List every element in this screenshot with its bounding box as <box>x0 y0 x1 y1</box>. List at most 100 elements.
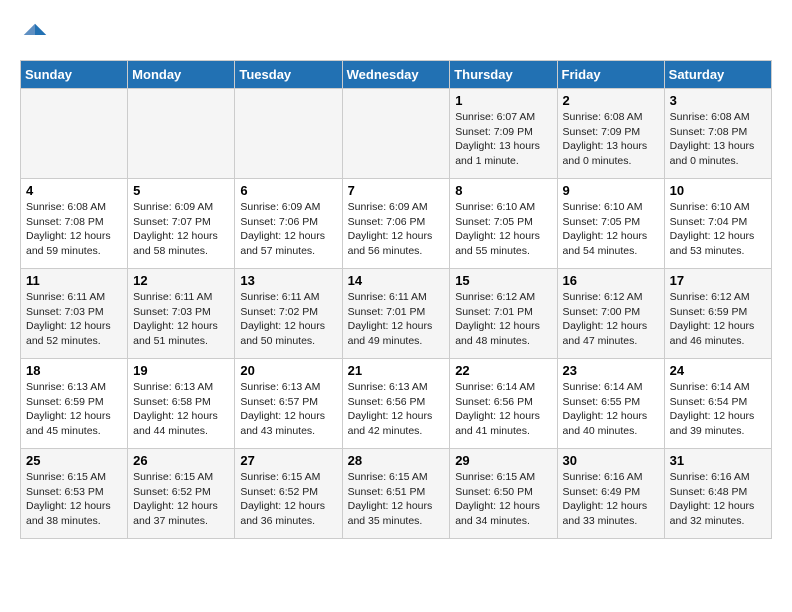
day-info: Sunrise: 6:13 AM Sunset: 6:59 PM Dayligh… <box>26 380 122 439</box>
calendar-day-cell: 18 Sunrise: 6:13 AM Sunset: 6:59 PM Dayli… <box>21 359 128 449</box>
logo <box>20 20 54 50</box>
day-number: 6 <box>240 183 336 198</box>
day-number: 29 <box>455 453 551 468</box>
calendar-day-cell <box>128 89 235 179</box>
day-number: 19 <box>133 363 229 378</box>
calendar-day-cell: 17 Sunrise: 6:12 AM Sunset: 6:59 PM Dayli… <box>664 269 771 359</box>
day-number: 8 <box>455 183 551 198</box>
day-number: 5 <box>133 183 229 198</box>
day-info: Sunrise: 6:07 AM Sunset: 7:09 PM Dayligh… <box>455 110 551 169</box>
day-info: Sunrise: 6:11 AM Sunset: 7:03 PM Dayligh… <box>133 290 229 349</box>
day-number: 24 <box>670 363 766 378</box>
day-info: Sunrise: 6:15 AM Sunset: 6:51 PM Dayligh… <box>348 470 445 529</box>
day-number: 3 <box>670 93 766 108</box>
calendar-day-cell: 27 Sunrise: 6:15 AM Sunset: 6:52 PM Dayli… <box>235 449 342 539</box>
calendar-day-cell: 4 Sunrise: 6:08 AM Sunset: 7:08 PM Daylig… <box>21 179 128 269</box>
calendar-day-cell: 19 Sunrise: 6:13 AM Sunset: 6:58 PM Dayli… <box>128 359 235 449</box>
day-number: 22 <box>455 363 551 378</box>
day-info: Sunrise: 6:16 AM Sunset: 6:49 PM Dayligh… <box>563 470 659 529</box>
day-info: Sunrise: 6:08 AM Sunset: 7:08 PM Dayligh… <box>670 110 766 169</box>
calendar-day-cell: 15 Sunrise: 6:12 AM Sunset: 7:01 PM Dayli… <box>450 269 557 359</box>
calendar-day-cell: 11 Sunrise: 6:11 AM Sunset: 7:03 PM Dayli… <box>21 269 128 359</box>
calendar-day-cell <box>342 89 450 179</box>
day-info: Sunrise: 6:11 AM Sunset: 7:03 PM Dayligh… <box>26 290 122 349</box>
day-info: Sunrise: 6:12 AM Sunset: 6:59 PM Dayligh… <box>670 290 766 349</box>
day-number: 13 <box>240 273 336 288</box>
day-number: 1 <box>455 93 551 108</box>
day-number: 11 <box>26 273 122 288</box>
day-number: 25 <box>26 453 122 468</box>
calendar-table: SundayMondayTuesdayWednesdayThursdayFrid… <box>20 60 772 539</box>
logo-icon <box>20 20 50 50</box>
header-row: SundayMondayTuesdayWednesdayThursdayFrid… <box>21 61 772 89</box>
day-number: 17 <box>670 273 766 288</box>
day-info: Sunrise: 6:08 AM Sunset: 7:08 PM Dayligh… <box>26 200 122 259</box>
day-number: 12 <box>133 273 229 288</box>
weekday-header: Thursday <box>450 61 557 89</box>
calendar-day-cell: 26 Sunrise: 6:15 AM Sunset: 6:52 PM Dayli… <box>128 449 235 539</box>
day-info: Sunrise: 6:16 AM Sunset: 6:48 PM Dayligh… <box>670 470 766 529</box>
calendar-day-cell: 14 Sunrise: 6:11 AM Sunset: 7:01 PM Dayli… <box>342 269 450 359</box>
weekday-header: Wednesday <box>342 61 450 89</box>
calendar-week-row: 11 Sunrise: 6:11 AM Sunset: 7:03 PM Dayli… <box>21 269 772 359</box>
calendar-day-cell: 7 Sunrise: 6:09 AM Sunset: 7:06 PM Daylig… <box>342 179 450 269</box>
calendar-day-cell: 12 Sunrise: 6:11 AM Sunset: 7:03 PM Dayli… <box>128 269 235 359</box>
weekday-header: Sunday <box>21 61 128 89</box>
calendar-day-cell: 29 Sunrise: 6:15 AM Sunset: 6:50 PM Dayli… <box>450 449 557 539</box>
calendar-day-cell: 2 Sunrise: 6:08 AM Sunset: 7:09 PM Daylig… <box>557 89 664 179</box>
calendar-day-cell: 25Sunrise: 6:15 AM Sunset: 6:53 PM Dayli… <box>21 449 128 539</box>
calendar-day-cell <box>21 89 128 179</box>
calendar-day-cell: 31Sunrise: 6:16 AM Sunset: 6:48 PM Dayli… <box>664 449 771 539</box>
calendar-day-cell: 10Sunrise: 6:10 AM Sunset: 7:04 PM Dayli… <box>664 179 771 269</box>
day-number: 9 <box>563 183 659 198</box>
calendar-day-cell: 22 Sunrise: 6:14 AM Sunset: 6:56 PM Dayli… <box>450 359 557 449</box>
day-info: Sunrise: 6:12 AM Sunset: 7:01 PM Dayligh… <box>455 290 551 349</box>
day-info: Sunrise: 6:14 AM Sunset: 6:55 PM Dayligh… <box>563 380 659 439</box>
day-info: Sunrise: 6:09 AM Sunset: 7:06 PM Dayligh… <box>240 200 336 259</box>
weekday-header: Saturday <box>664 61 771 89</box>
calendar-day-cell: 9Sunrise: 6:10 AM Sunset: 7:05 PM Daylig… <box>557 179 664 269</box>
day-number: 14 <box>348 273 445 288</box>
calendar-week-row: 25Sunrise: 6:15 AM Sunset: 6:53 PM Dayli… <box>21 449 772 539</box>
day-info: Sunrise: 6:08 AM Sunset: 7:09 PM Dayligh… <box>563 110 659 169</box>
day-number: 27 <box>240 453 336 468</box>
calendar-day-cell: 8 Sunrise: 6:10 AM Sunset: 7:05 PM Daylig… <box>450 179 557 269</box>
calendar-day-cell: 30 Sunrise: 6:16 AM Sunset: 6:49 PM Dayli… <box>557 449 664 539</box>
day-info: Sunrise: 6:13 AM Sunset: 6:56 PM Dayligh… <box>348 380 445 439</box>
day-number: 2 <box>563 93 659 108</box>
day-info: Sunrise: 6:15 AM Sunset: 6:50 PM Dayligh… <box>455 470 551 529</box>
day-info: Sunrise: 6:15 AM Sunset: 6:52 PM Dayligh… <box>240 470 336 529</box>
day-info: Sunrise: 6:14 AM Sunset: 6:54 PM Dayligh… <box>670 380 766 439</box>
calendar-day-cell: 6 Sunrise: 6:09 AM Sunset: 7:06 PM Daylig… <box>235 179 342 269</box>
calendar-day-cell: 20Sunrise: 6:13 AM Sunset: 6:57 PM Dayli… <box>235 359 342 449</box>
calendar-day-cell <box>235 89 342 179</box>
calendar-week-row: 4 Sunrise: 6:08 AM Sunset: 7:08 PM Daylig… <box>21 179 772 269</box>
weekday-header: Tuesday <box>235 61 342 89</box>
calendar-week-row: 1 Sunrise: 6:07 AM Sunset: 7:09 PM Daylig… <box>21 89 772 179</box>
day-number: 30 <box>563 453 659 468</box>
calendar-header: SundayMondayTuesdayWednesdayThursdayFrid… <box>21 61 772 89</box>
day-info: Sunrise: 6:11 AM Sunset: 7:01 PM Dayligh… <box>348 290 445 349</box>
day-number: 18 <box>26 363 122 378</box>
day-info: Sunrise: 6:15 AM Sunset: 6:52 PM Dayligh… <box>133 470 229 529</box>
calendar-week-row: 18 Sunrise: 6:13 AM Sunset: 6:59 PM Dayli… <box>21 359 772 449</box>
day-info: Sunrise: 6:09 AM Sunset: 7:06 PM Dayligh… <box>348 200 445 259</box>
day-number: 15 <box>455 273 551 288</box>
calendar-day-cell: 1 Sunrise: 6:07 AM Sunset: 7:09 PM Daylig… <box>450 89 557 179</box>
day-number: 7 <box>348 183 445 198</box>
day-number: 4 <box>26 183 122 198</box>
calendar-day-cell: 3 Sunrise: 6:08 AM Sunset: 7:08 PM Daylig… <box>664 89 771 179</box>
day-number: 26 <box>133 453 229 468</box>
day-info: Sunrise: 6:13 AM Sunset: 6:58 PM Dayligh… <box>133 380 229 439</box>
day-info: Sunrise: 6:13 AM Sunset: 6:57 PM Dayligh… <box>240 380 336 439</box>
day-number: 23 <box>563 363 659 378</box>
weekday-header: Friday <box>557 61 664 89</box>
calendar-day-cell: 24 Sunrise: 6:14 AM Sunset: 6:54 PM Dayli… <box>664 359 771 449</box>
day-info: Sunrise: 6:09 AM Sunset: 7:07 PM Dayligh… <box>133 200 229 259</box>
day-info: Sunrise: 6:10 AM Sunset: 7:05 PM Dayligh… <box>455 200 551 259</box>
day-number: 16 <box>563 273 659 288</box>
day-info: Sunrise: 6:11 AM Sunset: 7:02 PM Dayligh… <box>240 290 336 349</box>
day-info: Sunrise: 6:14 AM Sunset: 6:56 PM Dayligh… <box>455 380 551 439</box>
calendar-day-cell: 5 Sunrise: 6:09 AM Sunset: 7:07 PM Daylig… <box>128 179 235 269</box>
page-header <box>20 20 772 50</box>
